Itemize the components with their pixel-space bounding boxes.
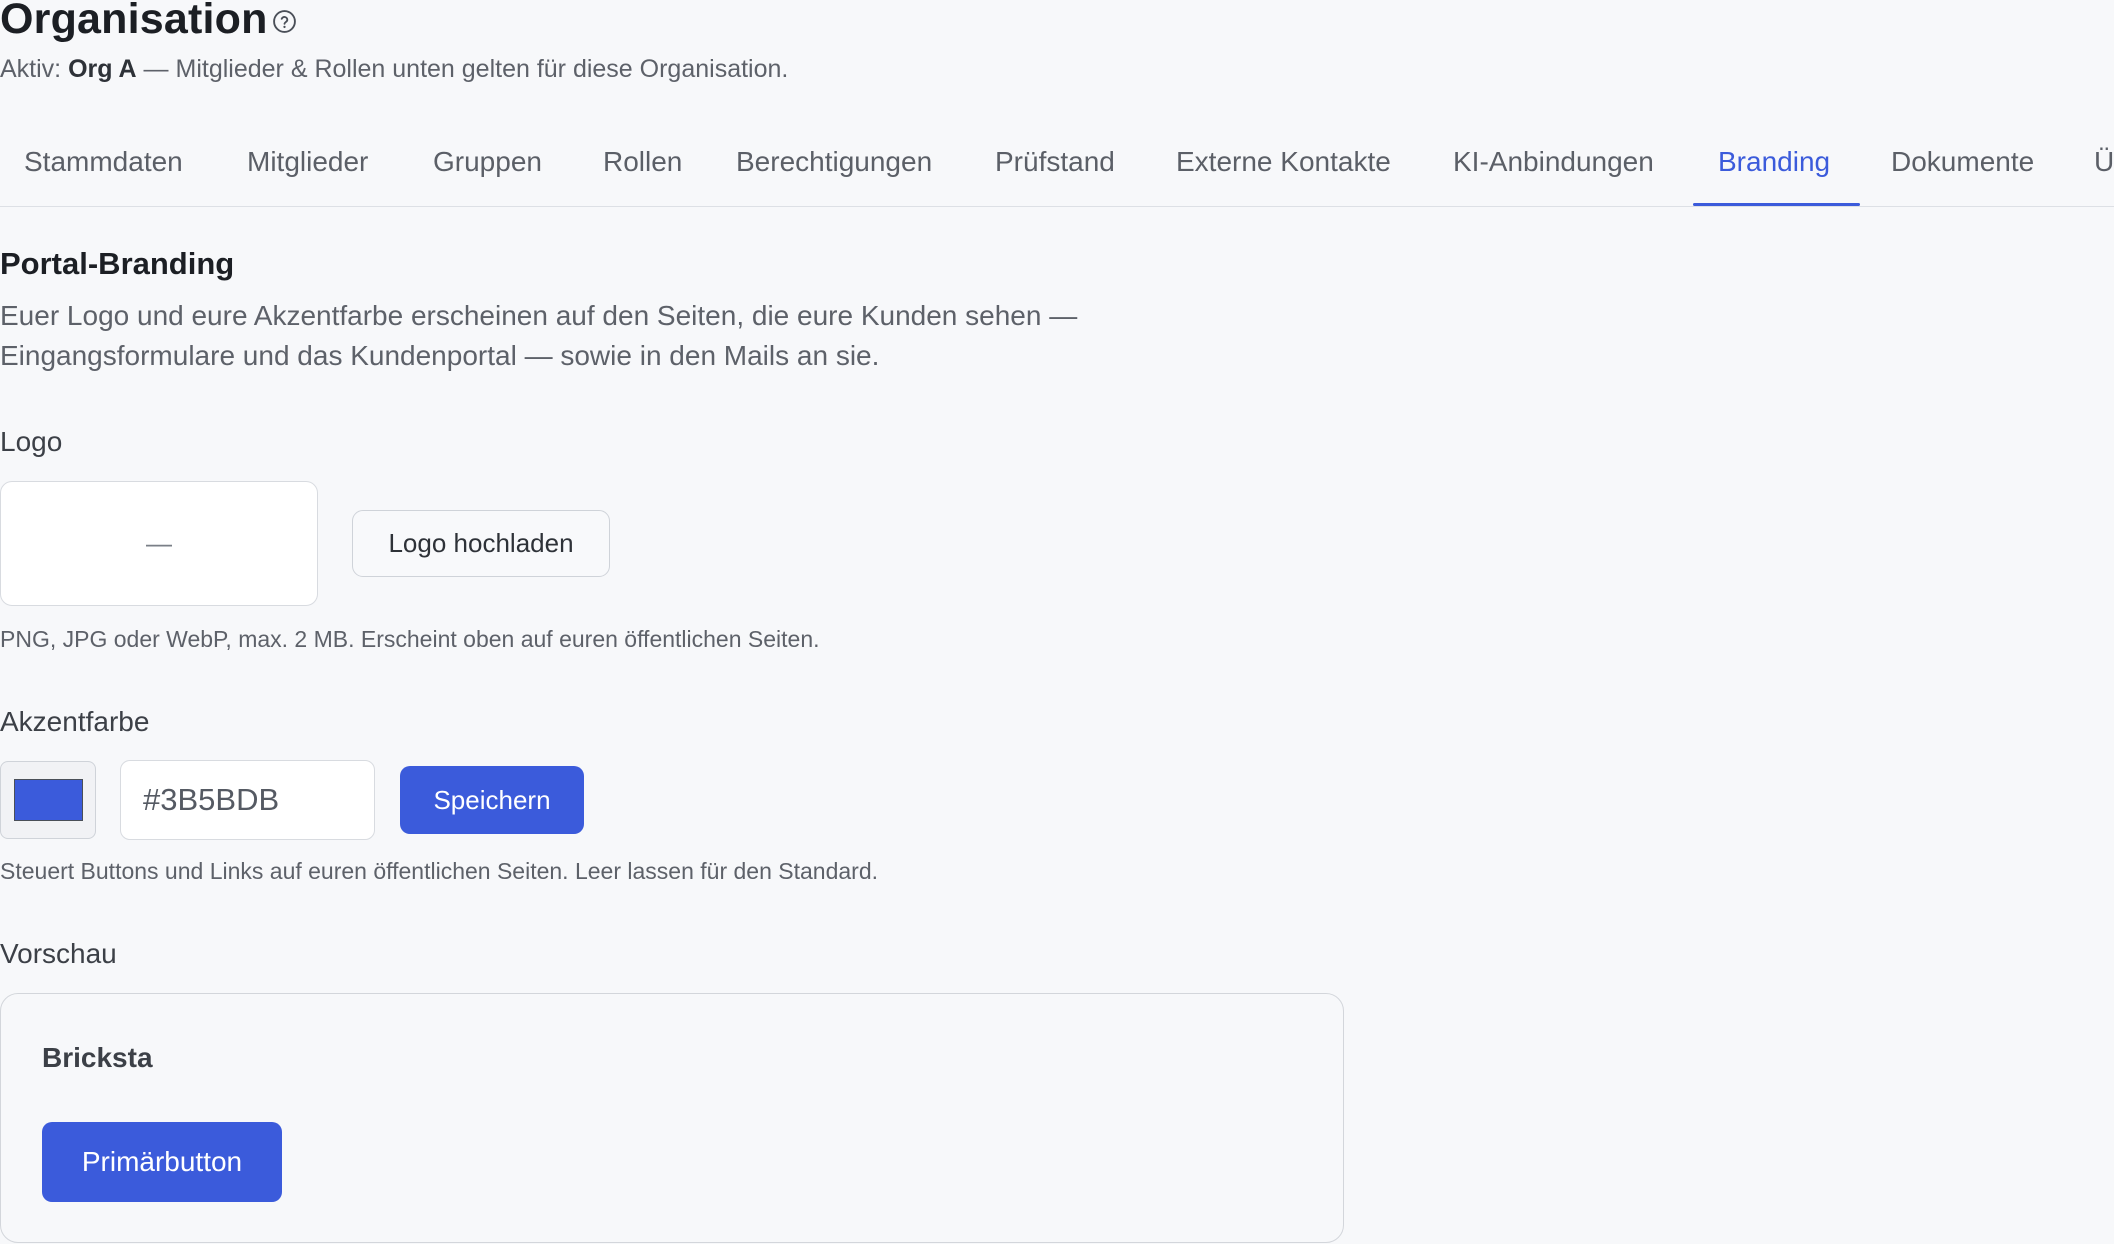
section-description-line-1: Euer Logo und eure Akzentfarbe erscheine… [0, 300, 1078, 331]
tab-berechtigungen[interactable]: Berechtigungen [736, 144, 932, 180]
tab-mitglieder[interactable]: Mitglieder [247, 144, 368, 180]
preview-primary-button[interactable]: Primärbutton [42, 1122, 282, 1202]
color-picker-swatch[interactable] [0, 761, 96, 839]
accent-help-text: Steuert Buttons und Links auf euren öffe… [0, 858, 878, 884]
subtitle-suffix: — Mitglieder & Rollen unten gelten für d… [136, 55, 789, 83]
tab-externe-kontakte[interactable]: Externe Kontakte [1176, 144, 1391, 180]
tab-rollen[interactable]: Rollen [603, 144, 682, 180]
subtitle-prefix: Aktiv: [0, 55, 69, 83]
preview-label: Vorschau [0, 938, 117, 969]
logo-label: Logo [0, 426, 63, 457]
tab-gruppen[interactable]: Gruppen [433, 144, 542, 180]
section-description: Euer Logo und eure Akzentfarbe erscheine… [0, 296, 1140, 376]
accent-hex-input[interactable] [120, 760, 375, 840]
logo-help-text: PNG, JPG oder WebP, max. 2 MB. Erscheint… [0, 626, 820, 652]
question-circle-icon[interactable] [272, 9, 297, 34]
tab-overflow[interactable]: Ü [2094, 144, 2114, 180]
preview-card: Bricksta Primärbutton [0, 993, 1344, 1243]
active-organisation-info: Aktiv: Org A — Mitglieder & Rollen unten… [0, 53, 788, 85]
logo-preview-box: — [0, 481, 318, 606]
tab-bar: Stammdaten Mitglieder Gruppen Rollen Ber… [0, 138, 2114, 207]
tab-ki-anbindungen[interactable]: KI-Anbindungen [1453, 144, 1654, 180]
logo-placeholder: — [146, 528, 172, 558]
preview-brand-name: Bricksta [42, 1042, 153, 1073]
section-description-line-2: Eingangsformulare und das Kundenportal —… [0, 340, 880, 371]
accent-color-label: Akzentfarbe [0, 706, 150, 737]
tab-branding[interactable]: Branding [1718, 144, 1830, 180]
section-heading: Portal-Branding [0, 246, 235, 281]
tab-dokumente[interactable]: Dokumente [1891, 144, 2034, 180]
page-title: Organisation [0, 0, 268, 43]
save-button[interactable]: Speichern [400, 766, 584, 834]
color-swatch-fill [14, 779, 83, 821]
tab-pruefstand[interactable]: Prüfstand [995, 144, 1115, 180]
logo-upload-button[interactable]: Logo hochladen [352, 510, 610, 577]
active-org-name: Org A [68, 55, 137, 83]
tab-stammdaten[interactable]: Stammdaten [24, 144, 183, 180]
active-tab-indicator [1693, 203, 1860, 206]
